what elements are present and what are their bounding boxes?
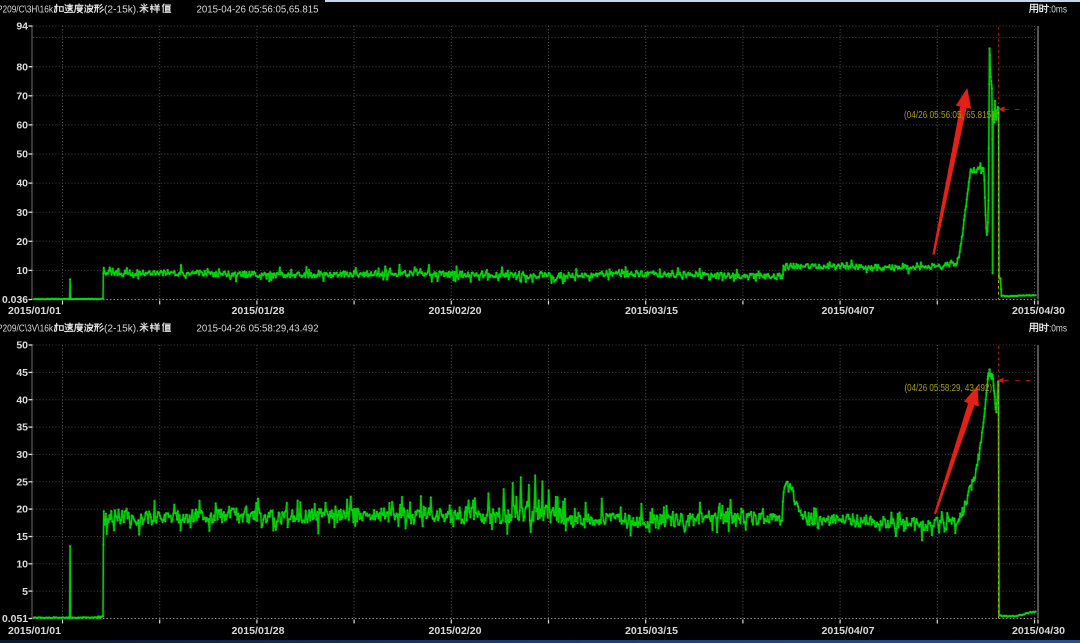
svg-text:2015/01/01: 2015/01/01 [8, 305, 61, 317]
svg-text:0.051: 0.051 [2, 613, 28, 625]
svg-text:P209/C\3V\16k: P209/C\3V\16k [0, 324, 54, 335]
svg-text:10: 10 [16, 558, 28, 570]
svg-text:2015/01/01: 2015/01/01 [8, 625, 61, 637]
svg-text:P209/C\3H\16k: P209/C\3H\16k [0, 5, 54, 16]
svg-text:30: 30 [16, 449, 28, 461]
svg-text:2015/04/30: 2015/04/30 [1012, 625, 1065, 637]
svg-text:2015/03/15: 2015/03/15 [625, 625, 678, 637]
svg-text:20: 20 [16, 236, 28, 248]
svg-text:60: 60 [16, 120, 28, 132]
svg-text:25: 25 [16, 476, 28, 488]
svg-text:20: 20 [16, 504, 28, 516]
svg-text:2015/01/28: 2015/01/28 [232, 305, 285, 317]
svg-text:40: 40 [16, 178, 28, 190]
svg-text:30: 30 [16, 207, 28, 219]
svg-text:94: 94 [16, 21, 28, 33]
svg-text:5: 5 [22, 586, 28, 598]
svg-text:45: 45 [16, 367, 28, 379]
svg-text:70: 70 [16, 90, 28, 102]
svg-text:2015/04/07: 2015/04/07 [822, 625, 875, 637]
svg-text:10: 10 [16, 265, 28, 277]
svg-text:80: 80 [16, 61, 28, 73]
svg-text:35: 35 [16, 422, 28, 434]
svg-text::0ms: :0ms [1049, 324, 1067, 335]
svg-text:2015/04/30: 2015/04/30 [1012, 305, 1065, 317]
svg-text:2015-04-26 05:56:05,65.815: 2015-04-26 05:56:05,65.815 [197, 5, 319, 16]
svg-text:2015/02/20: 2015/02/20 [429, 625, 482, 637]
svg-text:2015-04-26 05:58:29,43.492: 2015-04-26 05:58:29,43.492 [197, 324, 319, 335]
svg-text:15: 15 [16, 531, 28, 543]
svg-text:40: 40 [16, 394, 28, 406]
svg-text:(04/26 05:58:29, 43.492): (04/26 05:58:29, 43.492) [905, 383, 993, 394]
svg-text:2015/03/15: 2015/03/15 [625, 305, 678, 317]
svg-text:(04/26 05:56:05, 65.815): (04/26 05:56:05, 65.815) [904, 110, 994, 121]
svg-text:2015/01/28: 2015/01/28 [232, 625, 285, 637]
svg-text:2015/04/07: 2015/04/07 [822, 305, 875, 317]
svg-text:50: 50 [16, 340, 28, 352]
svg-text:50: 50 [16, 149, 28, 161]
svg-text:(2-15k).: (2-15k). [104, 324, 139, 335]
svg-text:2015/02/20: 2015/02/20 [429, 305, 482, 317]
svg-text::0ms: :0ms [1049, 5, 1067, 16]
svg-text:(2-15k).: (2-15k). [104, 5, 139, 16]
